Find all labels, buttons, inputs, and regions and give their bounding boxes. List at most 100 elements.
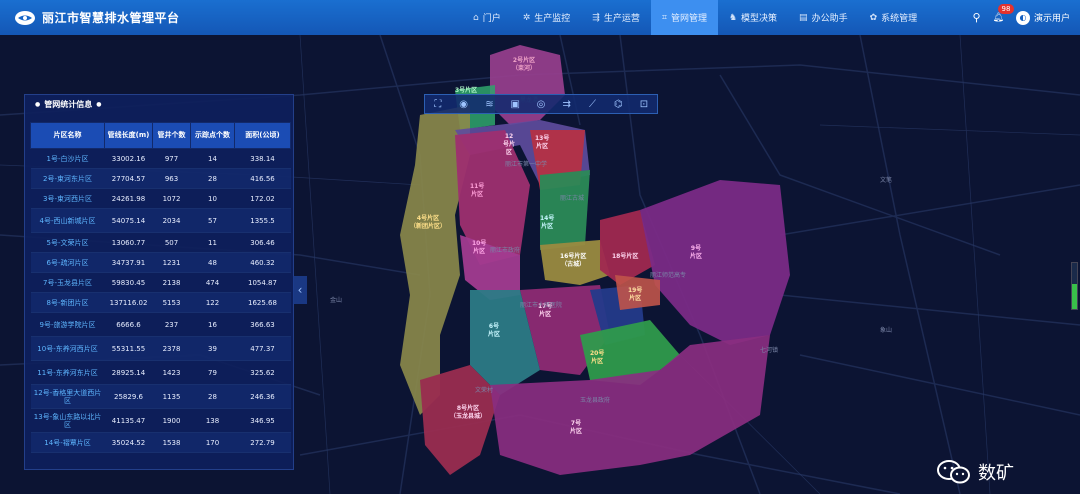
table-cell: 416.56 [234,168,291,189]
filter-icon[interactable]: ⇉ [558,99,576,110]
table-row[interactable]: 2号-束河东片区 27704.57 963 28 416.56 [30,168,291,189]
nav-item-4[interactable]: ♞ 模型决策 [718,0,788,35]
route-icon[interactable]: ⌬ [609,99,627,110]
zone-label[interactable]: 7号 片区 [570,420,582,436]
header-actions: ⚲ 🔔︎ 98 ◐ 演示用户 [972,0,1070,35]
zone-name-cell[interactable]: 7号-玉龙县片区 [30,272,105,293]
table-row[interactable]: 4号-西山新城片区 54075.14 2034 57 1355.5 [30,208,291,233]
nav-item-3[interactable]: ⌗ 管网管理 [650,0,718,35]
watermark: 数矿 [936,459,1014,485]
zone-label[interactable]: 6号 片区 [488,323,500,339]
zone-name-cell[interactable]: 10号-东养河西片区 [30,336,105,361]
zone-label[interactable]: 18号片区 [612,253,638,261]
table-row[interactable]: 3号-束河西片区 24261.98 1072 10 172.02 [30,188,291,209]
zone-name-cell[interactable]: 14号-褶覃片区 [30,432,105,453]
main-nav: ⌂ 门户 ✲ 生产监控 ⇶ 生产运营 ⌗ 管网管理 ♞ 模型决策 ▤ 办公助手 ✿ 系统管理 [462,0,928,35]
nav-item-5[interactable]: ▤ 办公助手 [788,0,859,35]
zone-label[interactable]: 8号片区 （玉龙县城） [450,405,486,421]
table-cell: 306.46 [234,232,291,253]
table-row[interactable]: 14号-褶覃片区 35024.52 1538 170 272.79 [30,432,291,453]
notification-bell-icon[interactable]: 🔔︎ 98 [993,3,1015,23]
zone-label[interactable]: 4号片区 （新团片区） [410,215,446,231]
zone-name-cell[interactable]: 1号-白沙片区 [30,148,105,169]
cube-icon[interactable]: ▣ [506,99,524,110]
table-row[interactable]: 11号-东养河东片区 28925.14 1423 79 325.62 [30,360,291,385]
zone-name-cell[interactable]: 5号-文荣片区 [30,232,105,253]
table-row[interactable]: 7号-玉龙县片区 59830.45 2138 474 1054.87 [30,272,291,293]
zone-label[interactable]: 9号 片区 [690,245,702,261]
nav-item-label: 生产运营 [603,14,640,24]
pipe-stats-table: 片区名称 管线长度(m) 管井个数 示踪点个数 面积(公顷) 1号-白沙片区 33002.… [30,122,291,453]
zone-label[interactable]: 11号 片区 [470,183,484,199]
zone-label[interactable]: 20号 片区 [590,350,604,366]
zone-name-cell[interactable]: 13号-象山东路以北片区 [30,408,105,433]
place-label: 玉龙县政府 [580,397,611,404]
table-cell: 1900 [152,408,191,433]
network-icon: ⌗ [661,12,667,23]
zone-name-cell[interactable]: 6号-疏河片区 [30,252,105,273]
table-cell: 25829.6 [104,384,153,409]
column-header: 片区名称 [30,122,105,149]
zone-polygon [540,170,590,250]
zone-label[interactable]: 19号 片区 [628,287,642,303]
place-label: 丽江市人民医院 [520,302,563,309]
zoom-scale-bar[interactable] [1071,262,1078,310]
table-cell: 28 [190,168,235,189]
flow-icon: ⇶ [592,12,600,23]
measure-icon[interactable]: ⟋ [583,99,601,110]
zone-label[interactable]: 16号片区 （古城） [560,253,586,269]
table-row[interactable]: 1号-白沙片区 33002.16 977 14 338.14 [30,148,291,169]
table-row[interactable]: 5号-文荣片区 13060.77 507 11 306.46 [30,232,291,253]
nav-item-0[interactable]: ⌂ 门户 [462,0,512,35]
target-icon[interactable]: ◎ [532,99,550,110]
table-cell: 41135.47 [104,408,153,433]
zone-name-cell[interactable]: 4号-西山新城片区 [30,208,105,233]
zone-name-cell[interactable]: 12号-香格里大道西片区 [30,384,105,409]
place-label: 丽江师范高专 [650,272,687,279]
table-cell: 170 [190,432,235,453]
search-icon[interactable]: ⚲ [972,11,980,24]
user-menu[interactable]: ◐ 演示用户 [1015,10,1070,25]
zone-label[interactable]: 10号 片区 [472,240,486,256]
table-cell: 79 [190,360,235,385]
select-icon[interactable]: ⊡ [635,99,653,110]
table-cell: 6666.6 [104,312,153,337]
zone-label[interactable]: 12 号片 区 [503,133,515,157]
zone-label[interactable]: 14号 片区 [540,215,554,231]
zone-label[interactable]: 2号片区 （束河） [512,57,536,73]
user-avatar-icon: ◐ [1015,10,1030,25]
column-header: 面积(公顷) [234,122,291,149]
table-row[interactable]: 9号-旅游学院片区 6666.6 237 16 366.63 [30,312,291,337]
layers-icon[interactable]: ≋ [480,99,498,110]
nav-item-2[interactable]: ⇶ 生产运营 [581,0,651,35]
table-cell: 55311.55 [104,336,153,361]
nav-item-1[interactable]: ✲ 生产监控 [512,0,582,35]
eye-icon[interactable]: ◉ [455,99,473,110]
wechat-icon [937,460,970,484]
zone-label[interactable]: 13号 片区 [535,135,549,151]
table-row[interactable]: 8号-新团片区 137116.02 5153 122 1625.68 [30,292,291,313]
table-cell: 24261.98 [104,188,153,209]
nav-item-label: 办公助手 [811,14,848,24]
collapse-panel-button[interactable]: ‹ [293,276,307,304]
table-row[interactable]: 10号-东养河西片区 55311.55 2378 39 477.37 [30,336,291,361]
table-cell: 507 [152,232,191,253]
zone-name-cell[interactable]: 9号-旅游学院片区 [30,312,105,337]
nav-item-label: 管网管理 [670,14,707,24]
zone-name-cell[interactable]: 2号-束河东片区 [30,168,105,189]
zone-name-cell[interactable]: 11号-东养河东片区 [30,360,105,385]
fullscreen-icon[interactable]: ⛶ [429,99,447,110]
place-label: 象山 [880,327,893,334]
gear-icon: ✲ [522,12,531,23]
table-cell: 325.62 [234,360,291,385]
map-toolbar: ⛶ ◉ ≋ ▣ ◎ ⇉ ⟋ ⌬ ⊡ [424,94,658,114]
table-row[interactable]: 13号-象山东路以北片区 41135.47 1900 138 346.95 [30,408,291,433]
zone-name-cell[interactable]: 3号-束河西片区 [30,188,105,209]
zone-name-cell[interactable]: 8号-新团片区 [30,292,105,313]
table-row[interactable]: 6号-疏河片区 34737.91 1231 48 460.32 [30,252,291,273]
table-row[interactable]: 12号-香格里大道西片区 25829.6 1135 28 246.36 [30,384,291,409]
pipe-stats-panel: ● 管网统计信息 ● 片区名称 管线长度(m) 管井个数 示踪点个数 面积(公顷) 1号… [24,94,294,470]
nav-item-6[interactable]: ✿ 系统管理 [859,0,929,35]
table-cell: 1355.5 [234,208,291,233]
table-cell: 27704.57 [104,168,153,189]
